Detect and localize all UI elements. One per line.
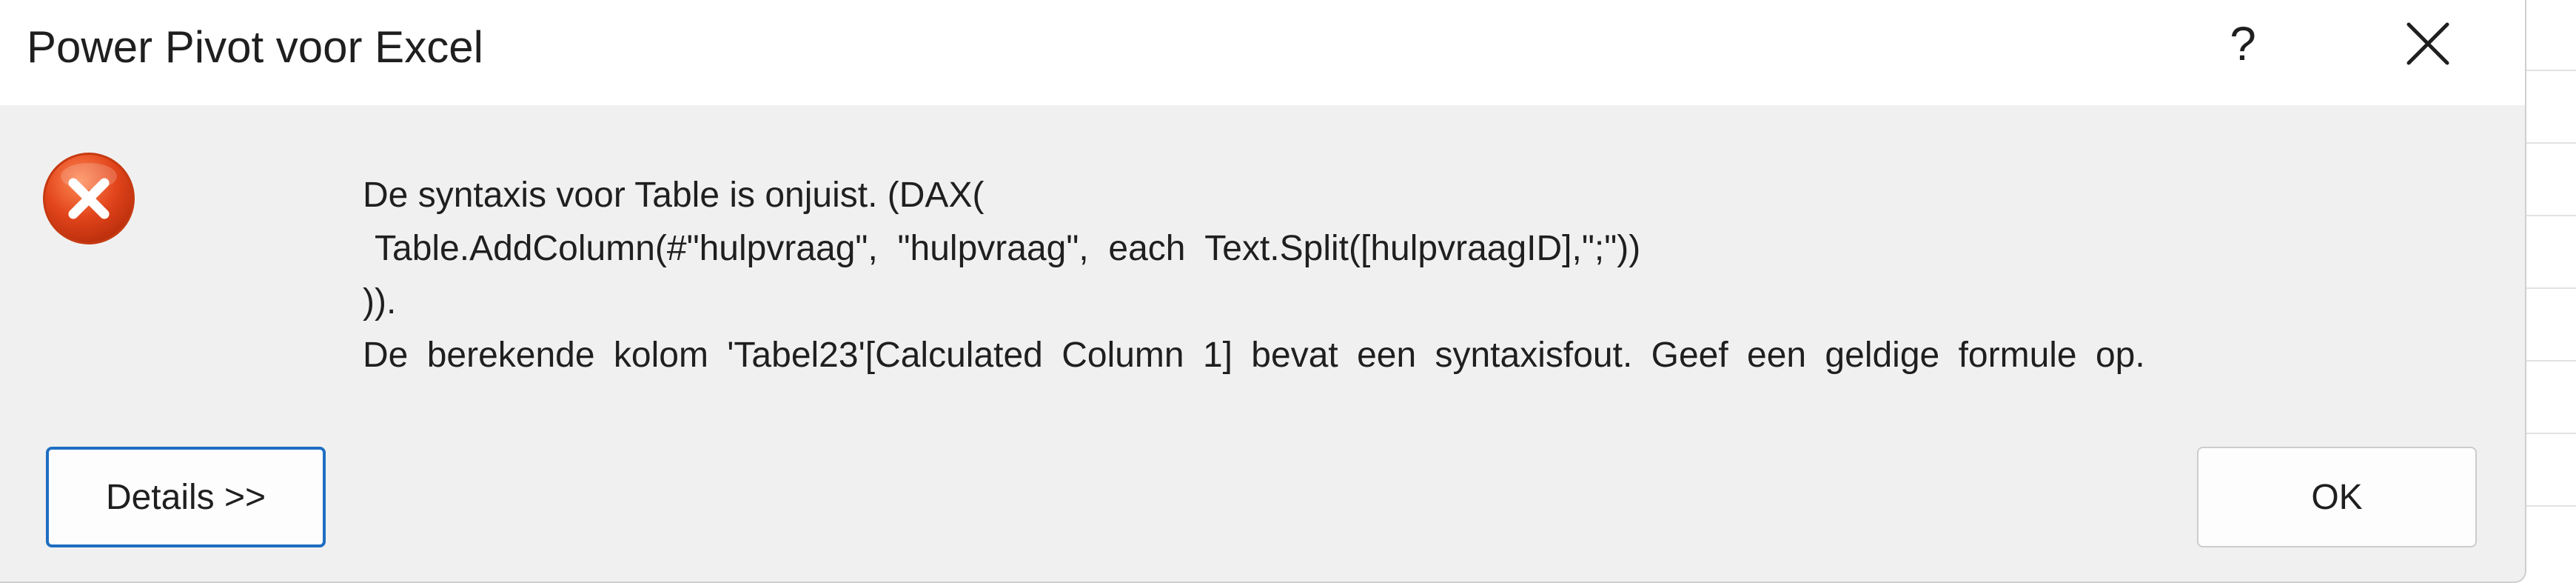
message-line: De syntaxis voor Table is onjuist. (DAX( [363,176,985,215]
help-button[interactable]: ? [2198,0,2287,87]
close-icon [2406,22,2449,65]
error-icon [43,153,135,244]
spreadsheet-background [2526,0,2576,583]
error-dialog: Power Pivot voor Excel ? De syntaxis voo… [0,0,2526,583]
screen: Power Pivot voor Excel ? De syntaxis voo… [0,0,2576,583]
title-bar: Power Pivot voor Excel ? [0,0,2525,105]
dialog-title: Power Pivot voor Excel [27,22,483,72]
grid-line [2526,142,2576,144]
ok-button[interactable]: OK [2197,447,2477,547]
message-line: De berekende kolom 'Tabel23'[Calculated … [363,336,2145,375]
grid-line [2526,505,2576,507]
message-line: )). [363,282,397,322]
close-button[interactable] [2380,0,2476,87]
details-button[interactable]: Details >> [46,447,326,547]
error-message: De syntaxis voor Table is onjuist. (DAX(… [363,169,2509,382]
message-formula-line: Table.AddColumn(#"hulpvraag", "hulpvraag… [375,229,1641,268]
grid-line [2526,215,2576,216]
grid-line [2526,360,2576,362]
grid-line [2526,433,2576,434]
grid-line [2526,70,2576,71]
grid-line [2526,287,2576,289]
